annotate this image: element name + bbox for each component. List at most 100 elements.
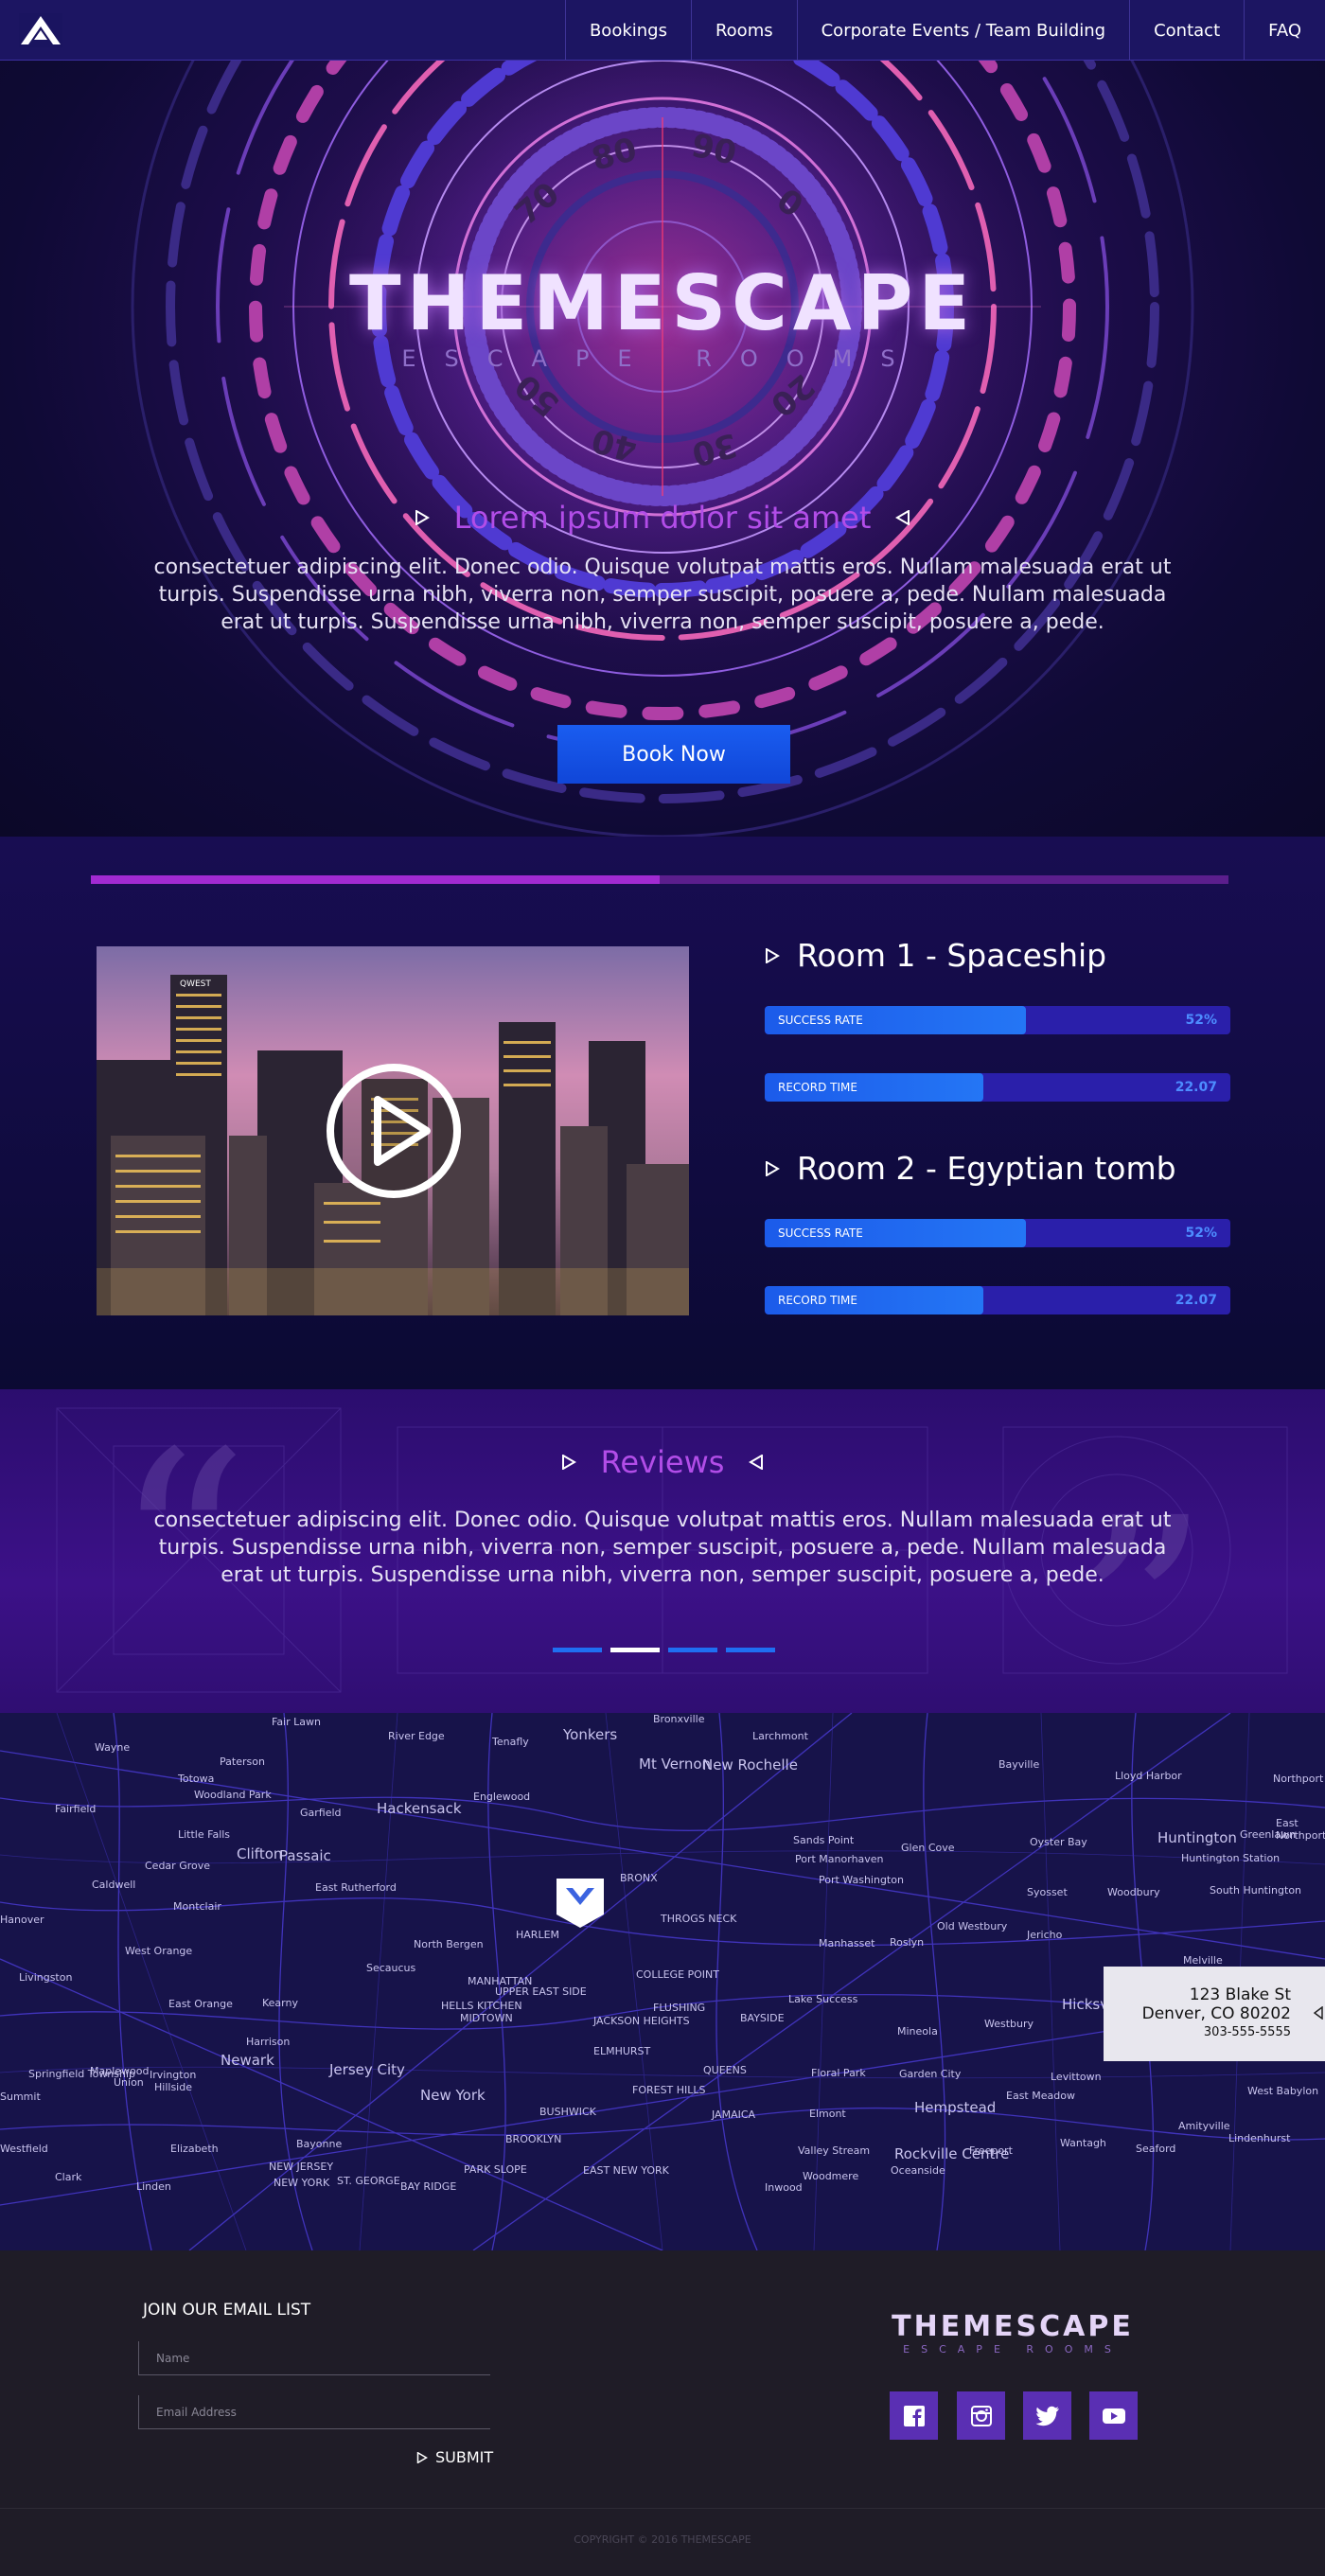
- chevron-left-icon[interactable]: [1314, 2006, 1323, 2020]
- map-place-label: Little Falls: [178, 1828, 231, 1841]
- map-place-label: Kearny: [262, 1997, 298, 2009]
- map-place-label: Woodland Park: [194, 1789, 272, 1801]
- map-place-label: Mt Vernon: [639, 1756, 712, 1773]
- chevron-right-icon: [415, 510, 430, 525]
- hero-body-text: consectetuer adipiscing elit. Donec odio…: [153, 556, 1172, 634]
- copyright-text: COPYRIGHT © 2016 THEMESCAPE: [574, 2533, 751, 2546]
- map-place-label: Linden: [136, 2180, 171, 2193]
- map-place-label: South Huntington: [1210, 1884, 1302, 1897]
- bar-value: 22.07: [1175, 1293, 1217, 1308]
- map-place-label: Floral Park: [811, 2067, 866, 2079]
- map-place-label: ELMHURST: [593, 2045, 651, 2057]
- map-place-label: Cedar Grove: [145, 1860, 211, 1872]
- map-place-label: Yonkers: [563, 1726, 618, 1743]
- map-place-label: Garden City: [899, 2068, 962, 2080]
- nav-rooms[interactable]: Rooms: [690, 0, 797, 61]
- room-1-name: Room 1 - Spaceship: [797, 937, 1107, 974]
- themescape-logo-icon[interactable]: [19, 13, 62, 47]
- hero-title: Lorem ipsum dolor sit amet: [453, 500, 872, 536]
- bar-label: SUCCESS RATE: [778, 1226, 863, 1240]
- map-place-label: East Rutherford: [315, 1881, 397, 1894]
- map-place-label: Old Westbury: [937, 1920, 1008, 1932]
- map-place-label: EAST NEW YORK: [583, 2164, 669, 2177]
- map-place-label: Irvington: [150, 2069, 197, 2081]
- email-input[interactable]: [138, 2395, 490, 2429]
- footer-wordmark: THEMESCAPE: [892, 2310, 1134, 2343]
- map-place-label: East Orange: [168, 1998, 233, 2010]
- map-place-label: Sands Point: [793, 1834, 855, 1846]
- email-list-heading: JOIN OUR EMAIL LIST: [143, 2301, 311, 2320]
- map-place-label: NEW JERSEY: [269, 2161, 334, 2173]
- map-place-label: Amityville: [1178, 2120, 1230, 2132]
- map-place-label: MIDTOWN: [460, 2012, 513, 2024]
- map-place-label: Northport: [1273, 1773, 1324, 1785]
- instagram-icon[interactable]: [957, 2391, 1005, 2440]
- submit-label: SUBMIT: [435, 2448, 494, 2466]
- slider-dot[interactable]: [610, 1648, 660, 1652]
- chevron-right-icon: [561, 1455, 576, 1470]
- map-place-label: Bayonne: [296, 2138, 343, 2150]
- map-place-label: Melville: [1183, 1954, 1223, 1967]
- review-slider-dots: [553, 1648, 775, 1652]
- map-place-label: Paterson: [220, 1756, 265, 1768]
- bar-label: RECORD TIME: [778, 1294, 857, 1307]
- map-place-label: Roslyn: [890, 1936, 925, 1949]
- map-place-label: ST. GEORGE: [337, 2175, 400, 2187]
- map-pin-icon[interactable]: [556, 1879, 604, 1928]
- slider-dot[interactable]: [668, 1648, 717, 1652]
- address-card: 123 Blake St Denver, CO 80202 303-555-55…: [1104, 1967, 1325, 2061]
- room-2-success-rate-bar: SUCCESS RATE 52%: [765, 1219, 1230, 1247]
- map-place-label: West Orange: [125, 1945, 193, 1957]
- map-place-label: Huntington: [1157, 1829, 1237, 1846]
- map-place-label: Westfield: [0, 2143, 48, 2155]
- map-place-label: Newark: [221, 2052, 274, 2069]
- map-place-label: Syosset: [1027, 1886, 1068, 1898]
- map-place-label: Lloyd Harbor: [1115, 1770, 1182, 1782]
- address-city: Denver, CO 80202: [1141, 2004, 1291, 2023]
- nav-links: Bookings Rooms Corporate Events / Team B…: [564, 0, 1325, 61]
- book-now-button[interactable]: Book Now: [557, 725, 790, 784]
- map-place-label: Clifton: [237, 1845, 283, 1862]
- slider-dot[interactable]: [553, 1648, 602, 1652]
- map-place-label: Lake Success: [788, 1993, 858, 2005]
- hero-brand: THEMESCAPE ESCAPE ROOMS: [0, 259, 1325, 372]
- twitter-icon[interactable]: [1023, 2391, 1071, 2440]
- footer-brand: THEMESCAPE ESCAPE ROOMS: [852, 2310, 1174, 2355]
- map-place-label: East Meadow: [1006, 2090, 1075, 2102]
- room-video-player[interactable]: QWEST: [97, 946, 689, 1315]
- map-place-label: HARLEM: [516, 1929, 560, 1941]
- nav-corporate-events[interactable]: Corporate Events / Team Building: [796, 0, 1129, 61]
- map-place-label: Bronxville: [653, 1713, 705, 1725]
- map-place-label: Fair Lawn: [272, 1716, 321, 1728]
- map-place-label: Seaford: [1136, 2143, 1176, 2155]
- map-place-label: Manhasset: [819, 1937, 875, 1950]
- map-place-label: JACKSON HEIGHTS: [593, 2015, 690, 2027]
- footer-subtitle: ESCAPE ROOMS: [903, 2343, 1122, 2355]
- reviews-heading: Reviews: [0, 1444, 1325, 1480]
- map-place-label: Freeport: [969, 2144, 1013, 2157]
- submit-button[interactable]: SUBMIT: [416, 2448, 493, 2466]
- youtube-icon[interactable]: [1089, 2391, 1138, 2440]
- name-input[interactable]: [138, 2341, 490, 2375]
- map-place-label: UPPER EAST SIDE: [495, 1985, 587, 1998]
- slider-dot[interactable]: [726, 1648, 775, 1652]
- chevron-right-icon: [766, 1160, 780, 1176]
- map-place-label: Union: [114, 2076, 144, 2089]
- facebook-icon[interactable]: [890, 2391, 938, 2440]
- room-1-success-rate-bar: SUCCESS RATE 52%: [765, 1006, 1230, 1034]
- nav-faq[interactable]: FAQ: [1244, 0, 1325, 61]
- map-place-label: Fairfield: [55, 1803, 97, 1815]
- play-icon[interactable]: [325, 1062, 463, 1200]
- nav-contact[interactable]: Contact: [1129, 0, 1244, 61]
- brand-subtitle: ESCAPE ROOMS: [401, 345, 924, 372]
- map-place-label: HELLS KITCHEN: [441, 2000, 522, 2012]
- map-place-label: Garfield: [300, 1807, 342, 1819]
- map-place-label: Lindenhurst: [1228, 2132, 1291, 2144]
- top-navigation: Bookings Rooms Corporate Events / Team B…: [0, 0, 1325, 61]
- room-2-title: Room 2 - Egyptian tomb: [765, 1150, 1176, 1187]
- map-place-label: Jericho: [1027, 1929, 1063, 1941]
- map-place-label: Woodmere: [803, 2170, 859, 2182]
- nav-bookings[interactable]: Bookings: [564, 0, 691, 61]
- bar-label: SUCCESS RATE: [778, 1014, 863, 1027]
- map-place-label: Hempstead: [914, 2099, 997, 2116]
